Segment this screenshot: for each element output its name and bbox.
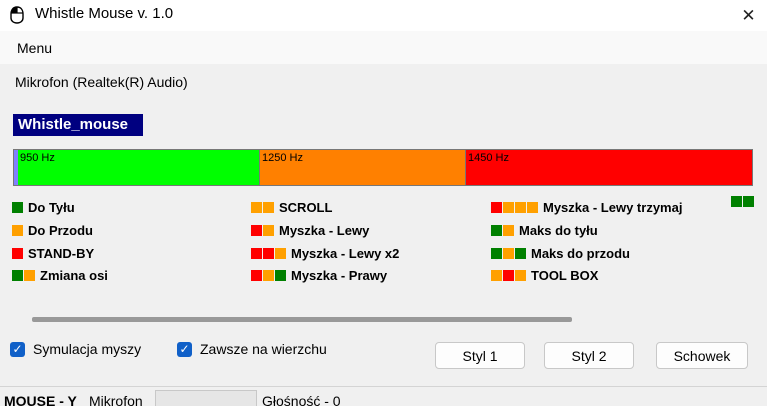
legend-color-code (491, 224, 515, 236)
legend-label: Maks do przodu (531, 245, 630, 261)
frequency-band-label: 950 Hz (20, 152, 55, 164)
legend-color-code (491, 247, 527, 259)
legend-label: SCROLL (279, 199, 333, 215)
legend-color-code (251, 247, 287, 259)
legend-color-code (491, 269, 527, 281)
legend-label: Do Przodu (28, 222, 93, 238)
orange-square (251, 201, 262, 213)
red-square (251, 247, 262, 259)
legend-myszka-lewy: Myszka - Lewy (251, 221, 369, 239)
style-2-button[interactable]: Styl 2 (544, 342, 634, 369)
legend-maks-do-przodu: Maks do przodu (491, 244, 630, 262)
legend-color-code (491, 201, 539, 213)
orange-square (275, 247, 286, 259)
legend-myszka-lewy-trzymaj: Myszka - Lewy trzymaj (491, 198, 682, 216)
status-microphone-label: Mikrofon (89, 393, 143, 406)
orange-square (503, 247, 514, 259)
legend-label: Myszka - Lewy (279, 222, 370, 238)
orange-square (503, 224, 514, 236)
frequency-band-1250: 1250 Hz (260, 150, 466, 185)
legend-myszka-lewy-x2: Myszka - Lewy x2 (251, 244, 399, 262)
legend-do-przodu: Do Przodu (12, 221, 93, 239)
legend-myszka-prawy: Myszka - Prawy (251, 266, 387, 284)
simulation-checkbox[interactable]: ✓ Symulacja myszy (10, 341, 141, 357)
input-device-label: Mikrofon (Realtek(R) Audio) (15, 74, 188, 90)
legend-color-code (12, 201, 24, 213)
checkmark-icon: ✓ (10, 341, 25, 357)
menu-bar: Menu (0, 31, 767, 64)
close-icon: ✕ (741, 5, 756, 25)
legend-zmiana-osi: Zmiana osi (12, 266, 108, 284)
legend-label: Myszka - Lewy x2 (291, 245, 400, 261)
checkmark-icon: ✓ (177, 341, 192, 357)
orange-square (263, 269, 274, 281)
frequency-band-label: 1450 Hz (468, 152, 509, 164)
title-bar: Whistle Mouse v. 1.0 ✕ (0, 0, 767, 31)
microphone-level-meter (155, 390, 257, 406)
orange-square (491, 269, 502, 281)
frequency-bar: 950 Hz 1250 Hz 1450 Hz (13, 149, 753, 186)
red-square (251, 269, 262, 281)
green-square (515, 247, 526, 259)
legend-color-code (12, 247, 24, 259)
orange-square (503, 201, 514, 213)
frequency-marker (14, 150, 18, 185)
green-square (491, 247, 502, 259)
horizontal-scrollbar[interactable] (32, 317, 572, 322)
green-square (12, 201, 23, 213)
legend-label: Maks do tyłu (519, 222, 598, 238)
close-button[interactable]: ✕ (730, 2, 767, 29)
green-square (275, 269, 286, 281)
mouse-icon (10, 6, 24, 24)
menu-item-menu[interactable]: Menu (17, 40, 52, 56)
legend-scroll: SCROLL (251, 198, 332, 216)
legend-color-code (251, 201, 275, 213)
legend-label: Myszka - Prawy (291, 267, 388, 283)
red-square (251, 224, 262, 236)
simulation-checkbox-label: Symulacja myszy (33, 341, 142, 357)
red-square (503, 269, 514, 281)
green-square (731, 196, 742, 207)
legend-label: Do Tyłu (28, 199, 75, 215)
legend-color-code (12, 224, 24, 236)
legend-maks-do-tylu: Maks do tyłu (491, 221, 598, 239)
status-mode: MOUSE - Y (4, 393, 77, 406)
legend-label: Zmiana osi (40, 267, 108, 283)
legend-color-code (251, 269, 287, 281)
always-on-top-checkbox-label: Zawsze na wierzchu (200, 341, 327, 357)
orange-square (527, 201, 538, 213)
legend-tool-box: TOOL BOX (491, 266, 598, 284)
always-on-top-checkbox[interactable]: ✓ Zawsze na wierzchu (177, 341, 327, 357)
legend-label: Myszka - Lewy trzymaj (543, 199, 683, 215)
frequency-band-label: 1250 Hz (262, 152, 303, 164)
window-title: Whistle Mouse v. 1.0 (35, 5, 174, 22)
legend-color-code (251, 224, 275, 236)
green-square (12, 269, 23, 281)
red-square (263, 247, 274, 259)
legend-extra-color-code (731, 196, 755, 207)
orange-square (515, 269, 526, 281)
legend-label: STAND-BY (28, 245, 95, 261)
profile-name-label: Whistle_mouse (13, 114, 143, 136)
orange-square (263, 224, 274, 236)
orange-square (24, 269, 35, 281)
legend-color-code (12, 269, 36, 281)
status-bar: MOUSE - Y Mikrofon Głośność - 0 (0, 386, 767, 406)
style-1-button[interactable]: Styl 1 (435, 342, 525, 369)
orange-square (515, 201, 526, 213)
legend-stand-by: STAND-BY (12, 244, 94, 262)
clipboard-button[interactable]: Schowek (656, 342, 748, 369)
frequency-band-1450: 1450 Hz (466, 150, 752, 185)
red-square (12, 247, 23, 259)
legend-label: TOOL BOX (531, 267, 599, 283)
legend-do-tylu: Do Tyłu (12, 198, 75, 216)
frequency-band-950: 950 Hz (18, 150, 260, 185)
green-square (491, 224, 502, 236)
green-square (743, 196, 754, 207)
red-square (491, 201, 502, 213)
status-volume: Głośność - 0 (262, 393, 341, 406)
orange-square (263, 201, 274, 213)
orange-square (12, 224, 23, 236)
